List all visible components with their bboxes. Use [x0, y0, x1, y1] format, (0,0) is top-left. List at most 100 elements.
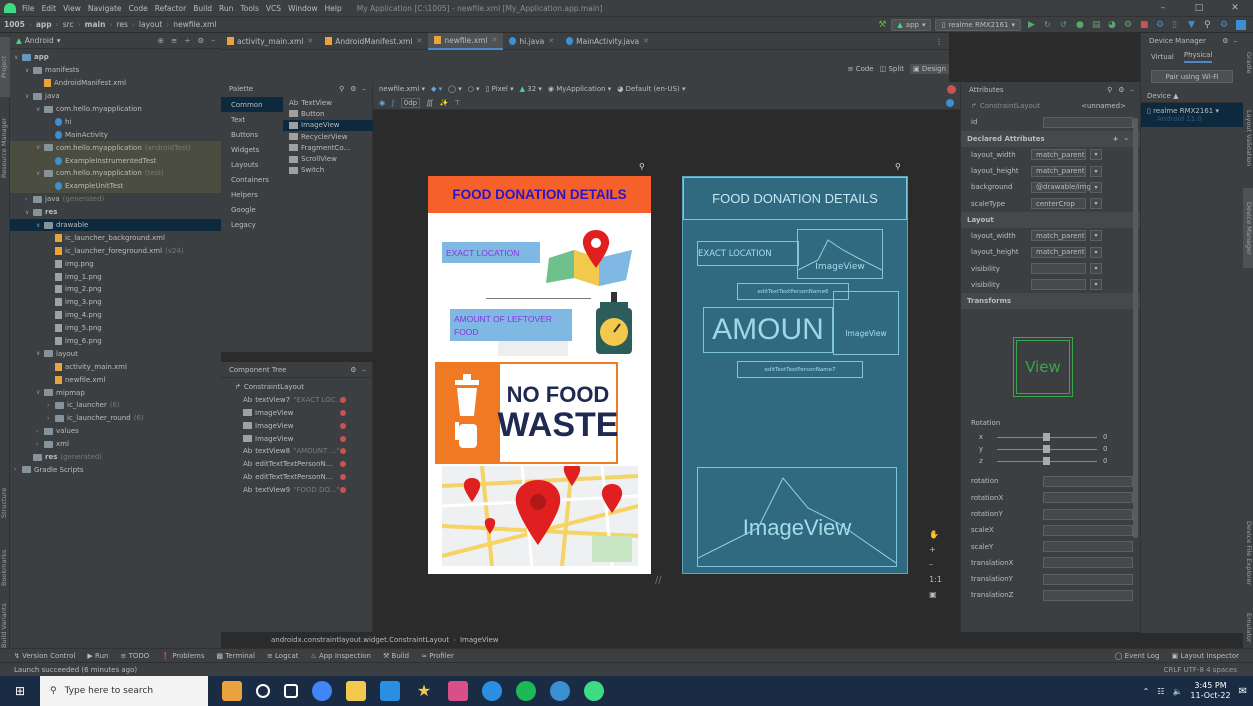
attribute-value[interactable]	[1043, 541, 1133, 553]
palette-category[interactable]: Google	[221, 202, 283, 217]
attribute-value[interactable]: match_parent	[1031, 149, 1086, 161]
expand-arrow-icon[interactable]: ∨	[36, 106, 44, 113]
hide-icon[interactable]: –	[363, 366, 367, 374]
expand-arrow-icon[interactable]: ∨	[25, 67, 33, 74]
tree-item[interactable]: ∨ manifests	[10, 64, 221, 77]
attribute-value[interactable]	[1043, 573, 1133, 585]
layout-file-dropdown[interactable]: newfile.xml ▾	[379, 85, 425, 93]
design-surface-icon[interactable]: ◆ ▾	[431, 85, 442, 93]
zoom-in-icon[interactable]: +	[929, 545, 942, 554]
error-icon[interactable]	[340, 473, 346, 480]
blueprint-exact-location-box[interactable]: EXACT LOCATION	[697, 241, 799, 266]
expand-arrow-icon[interactable]: ∨	[36, 350, 44, 357]
blueprint-scale-imageview-box[interactable]: ImageView	[833, 291, 899, 355]
attribute-value[interactable]	[1043, 524, 1133, 536]
device-manager-tool-tab[interactable]: Device Manager	[1243, 188, 1253, 268]
run-tool-button[interactable]: ▶ Run	[87, 652, 108, 660]
expand-arrow-icon[interactable]: ›	[36, 428, 44, 435]
more-tabs-icon[interactable]: ⋮	[936, 37, 944, 46]
menu-vcs[interactable]: VCS	[266, 4, 281, 13]
palette-item[interactable]: ImageView	[283, 119, 373, 131]
menu-file[interactable]: File	[22, 4, 35, 13]
fit-screen-icon[interactable]: ▣	[929, 590, 942, 599]
attribute-value[interactable]	[1043, 508, 1133, 520]
component-tree-item[interactable]: Ab textView7 "EXACT LOC..."	[221, 394, 372, 407]
run-icon[interactable]: ▶	[1028, 20, 1038, 30]
blueprint-preview[interactable]: FOOD DONATION DETAILS EXACT LOCATION Ima…	[682, 176, 908, 574]
exact-location-label[interactable]: EXACT LOCATION	[442, 242, 540, 263]
target-icon[interactable]: ⊕	[158, 36, 164, 45]
attribute-value[interactable]	[1043, 557, 1133, 569]
menu-view[interactable]: View	[63, 4, 81, 13]
remove-attribute-icon[interactable]: –	[1125, 135, 1129, 143]
menu-edit[interactable]: Edit	[42, 4, 57, 13]
gear-icon[interactable]: ⚙	[1118, 86, 1124, 94]
tree-item[interactable]: ∨ com.hello.myapplication	[10, 103, 221, 116]
layout-section[interactable]: Layout	[961, 211, 1140, 228]
infer-constraints-icon[interactable]: ✨	[440, 99, 449, 107]
debug-icon[interactable]: ●	[1076, 20, 1086, 30]
default-margin-dropdown[interactable]: 0dp	[400, 98, 421, 108]
expand-arrow-icon[interactable]: ∨	[25, 93, 33, 100]
tree-item[interactable]: › ic_launcher_round (6)	[10, 412, 221, 425]
palette-item[interactable]: Switch	[283, 165, 373, 176]
component-tree-item[interactable]: ↱ ConstraintLayout	[221, 381, 372, 394]
collapse-all-icon[interactable]: ≡	[171, 36, 177, 45]
resource-manager-tool-tab[interactable]: Resource Manager	[0, 103, 10, 193]
clock[interactable]: 3:45 PM 11-Oct-22	[1190, 681, 1230, 701]
notification-icon[interactable]: ✉	[1239, 686, 1247, 697]
palette-category[interactable]: Legacy	[221, 217, 283, 232]
tree-item[interactable]: img_6.png	[10, 335, 221, 348]
guidelines-icon[interactable]: ⊤	[454, 99, 460, 107]
error-indicator-icon[interactable]	[947, 84, 956, 94]
terminal-button[interactable]: ▩ Terminal	[216, 652, 254, 660]
breadcrumb-file[interactable]: newfile.xml	[173, 20, 216, 29]
menu-navigate[interactable]: Navigate	[88, 4, 122, 13]
component-tree-item[interactable]: Ab editTextTextPersonN...	[221, 471, 372, 484]
pan-icon[interactable]: ✋	[929, 530, 942, 539]
spotify-icon[interactable]	[516, 681, 536, 701]
attribute-value[interactable]	[1043, 475, 1133, 487]
tree-item[interactable]: activity_main.xml	[10, 360, 221, 373]
palette-category[interactable]: Helpers	[221, 187, 283, 202]
project-tool-tab[interactable]: Project	[0, 37, 10, 97]
clear-constraints-icon[interactable]: ∭	[426, 99, 433, 107]
breadcrumb-main[interactable]: main	[85, 20, 106, 29]
expand-arrow-icon[interactable]: ∨	[14, 54, 22, 61]
tree-item[interactable]: ∨ com.hello.myapplication (androidTest)	[10, 141, 221, 155]
edge-icon[interactable]	[482, 681, 502, 701]
slider-knob[interactable]	[1043, 432, 1050, 441]
tree-item[interactable]: AndroidManifest.xml	[10, 77, 221, 90]
news-widget-icon[interactable]	[222, 681, 242, 701]
menu-code[interactable]: Code	[129, 4, 148, 13]
gear-icon[interactable]: ⚙	[198, 36, 205, 45]
layout-inspector-button[interactable]: ▣ Layout Inspector	[1171, 652, 1239, 660]
vscode-icon[interactable]	[380, 681, 400, 701]
tab-activity-main[interactable]: activity_main.xml ✕	[221, 33, 319, 50]
expand-icon[interactable]: ÷	[184, 36, 190, 45]
theme-dropdown[interactable]: ◉ MyApplication ▾	[548, 85, 611, 93]
menu-run[interactable]: Run	[219, 4, 233, 13]
magnet-icon[interactable]: ∫	[391, 99, 395, 107]
tree-item[interactable]: img.png	[10, 257, 221, 270]
palette-category[interactable]: Text	[221, 112, 283, 127]
bookmarks-tool-tab[interactable]: Bookmarks	[0, 538, 10, 598]
apply-code-changes-icon[interactable]: ↺	[1060, 20, 1070, 30]
tree-item[interactable]: img_5.png	[10, 322, 221, 335]
breadcrumb-constraintlayout[interactable]: androidx.constraintlayout.widget.Constra…	[271, 636, 449, 644]
expand-arrow-icon[interactable]: ›	[14, 466, 22, 473]
network-icon[interactable]: ☷	[1157, 687, 1164, 696]
menu-window[interactable]: Window	[288, 4, 318, 13]
blueprint-imageview-box[interactable]: ImageView	[797, 229, 883, 279]
error-icon[interactable]	[340, 486, 346, 493]
phone-preview[interactable]: FOOD DONATION DETAILS EXACT LOCATION AMO…	[428, 176, 651, 574]
chevron-down-icon[interactable]: ▾	[1090, 149, 1102, 161]
code-mode-button[interactable]: ≡ Code	[848, 65, 874, 73]
breadcrumb-app[interactable]: app	[36, 20, 52, 29]
expand-arrow-icon[interactable]: ∨	[36, 222, 44, 229]
profiler-button[interactable]: ≈ Profiler	[421, 652, 454, 660]
chevron-down-icon[interactable]: ▾	[1090, 263, 1102, 275]
menu-build[interactable]: Build	[193, 4, 212, 13]
close-tab-icon[interactable]: ✕	[548, 37, 554, 45]
design-mode-button[interactable]: ▣ Design	[909, 64, 949, 74]
